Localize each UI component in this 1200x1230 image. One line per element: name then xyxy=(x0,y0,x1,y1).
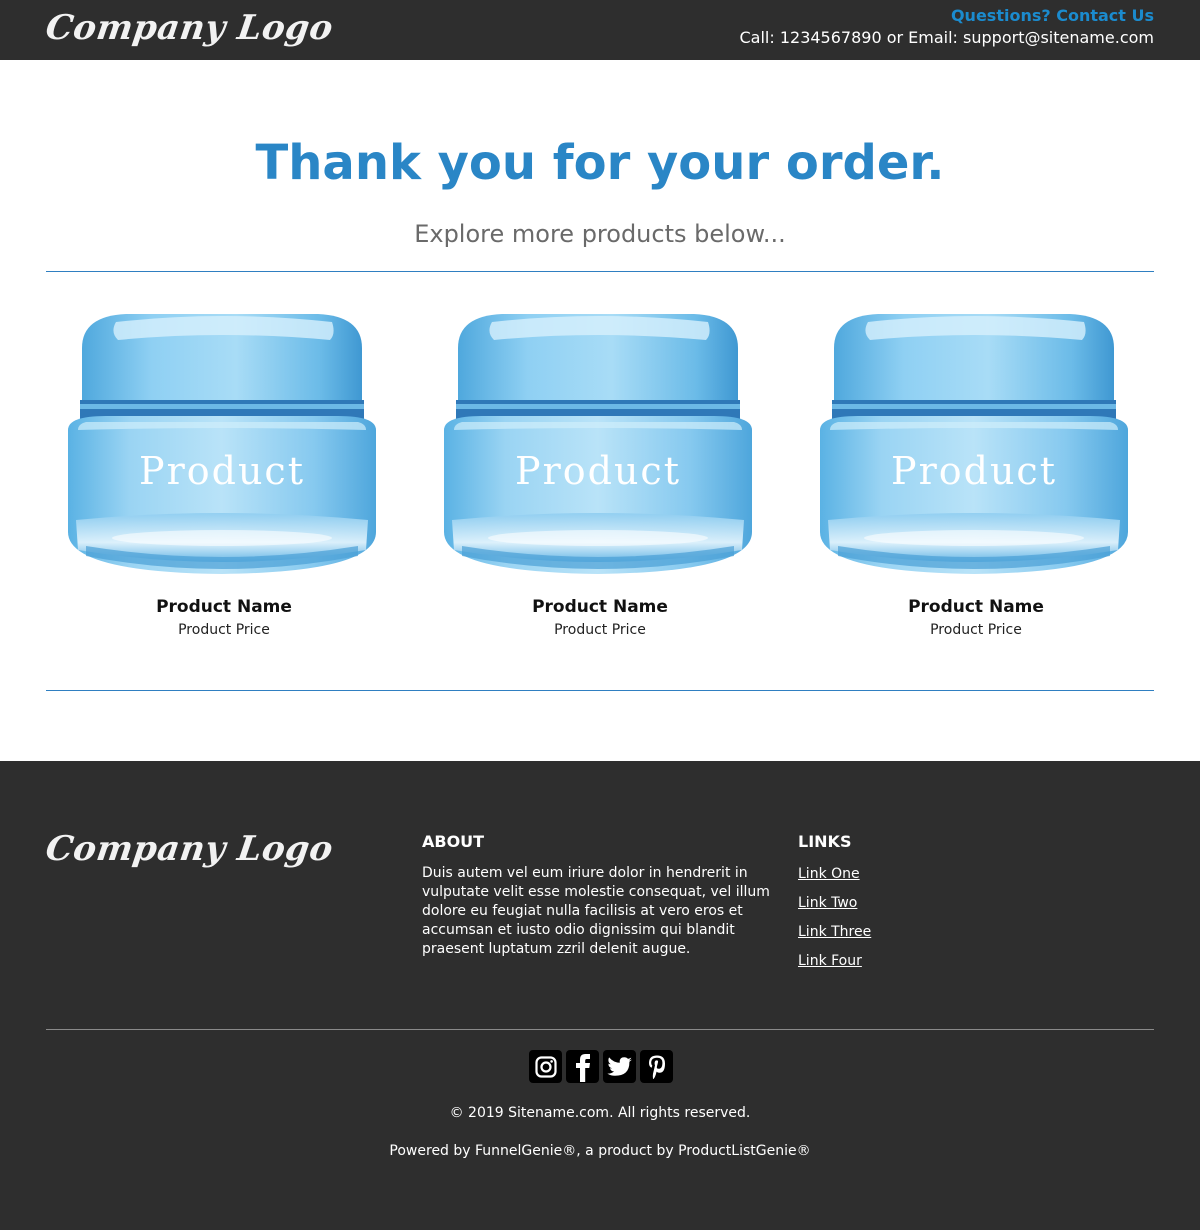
product-image-label: Product xyxy=(515,449,681,493)
product-image[interactable]: Product xyxy=(798,300,1154,585)
footer-divider xyxy=(46,1029,1154,1030)
copyright-text: © 2019 Sitename.com. All rights reserved… xyxy=(449,1105,751,1121)
page-title: Thank you for your order. xyxy=(255,135,945,191)
about-text: Duis autem vel eum iriure dolor in hendr… xyxy=(422,865,770,957)
top-bar: Company Logo Questions? Contact Us Call:… xyxy=(0,0,1200,60)
product-price: Product Price xyxy=(178,622,270,638)
page-subtitle: Explore more products below... xyxy=(414,220,786,248)
links-heading: LINKS xyxy=(798,832,852,851)
footer-link-four[interactable]: Link Four xyxy=(798,953,862,969)
footer-links: Link One Link Two Link Three Link Four xyxy=(798,863,871,979)
product-name[interactable]: Product Name xyxy=(798,596,1154,618)
about-heading: ABOUT xyxy=(422,832,485,851)
footer-logo[interactable]: Company Logo xyxy=(43,827,336,871)
divider-bottom xyxy=(46,690,1154,691)
footer-link-three[interactable]: Link Three xyxy=(798,924,871,940)
product-image-label: Product xyxy=(139,449,305,493)
divider-top xyxy=(46,271,1154,272)
product-price: Product Price xyxy=(930,622,1022,638)
product-price: Product Price xyxy=(554,622,646,638)
footer-link-one[interactable]: Link One xyxy=(798,866,860,882)
contact-info: Call: 1234567890 or Email: support@siten… xyxy=(739,28,1154,47)
product-image-label: Product xyxy=(891,449,1057,493)
company-logo[interactable]: Company Logo xyxy=(43,6,336,50)
footer-link-two[interactable]: Link Two xyxy=(798,895,857,911)
footer: Company Logo ABOUT Duis autem vel eum ir… xyxy=(0,761,1200,1230)
product-image[interactable]: Product xyxy=(46,300,402,585)
product-card[interactable]: Product Product Name Product Price xyxy=(422,300,778,650)
product-name[interactable]: Product Name xyxy=(422,596,778,618)
contact-us-link[interactable]: Questions? Contact Us xyxy=(951,6,1154,26)
product-card[interactable]: Product Product Name Product Price xyxy=(46,300,402,650)
product-name[interactable]: Product Name xyxy=(46,596,402,618)
product-image[interactable]: Product xyxy=(422,300,778,585)
social-icons xyxy=(529,1050,673,1084)
facebook-icon[interactable] xyxy=(566,1050,599,1083)
twitter-icon[interactable] xyxy=(603,1050,636,1083)
instagram-icon[interactable] xyxy=(529,1050,562,1083)
pinterest-icon[interactable] xyxy=(640,1050,673,1083)
product-card[interactable]: Product Product Name Product Price xyxy=(798,300,1154,650)
powered-by-text: Powered by FunnelGenie®, a product by Pr… xyxy=(389,1143,811,1159)
